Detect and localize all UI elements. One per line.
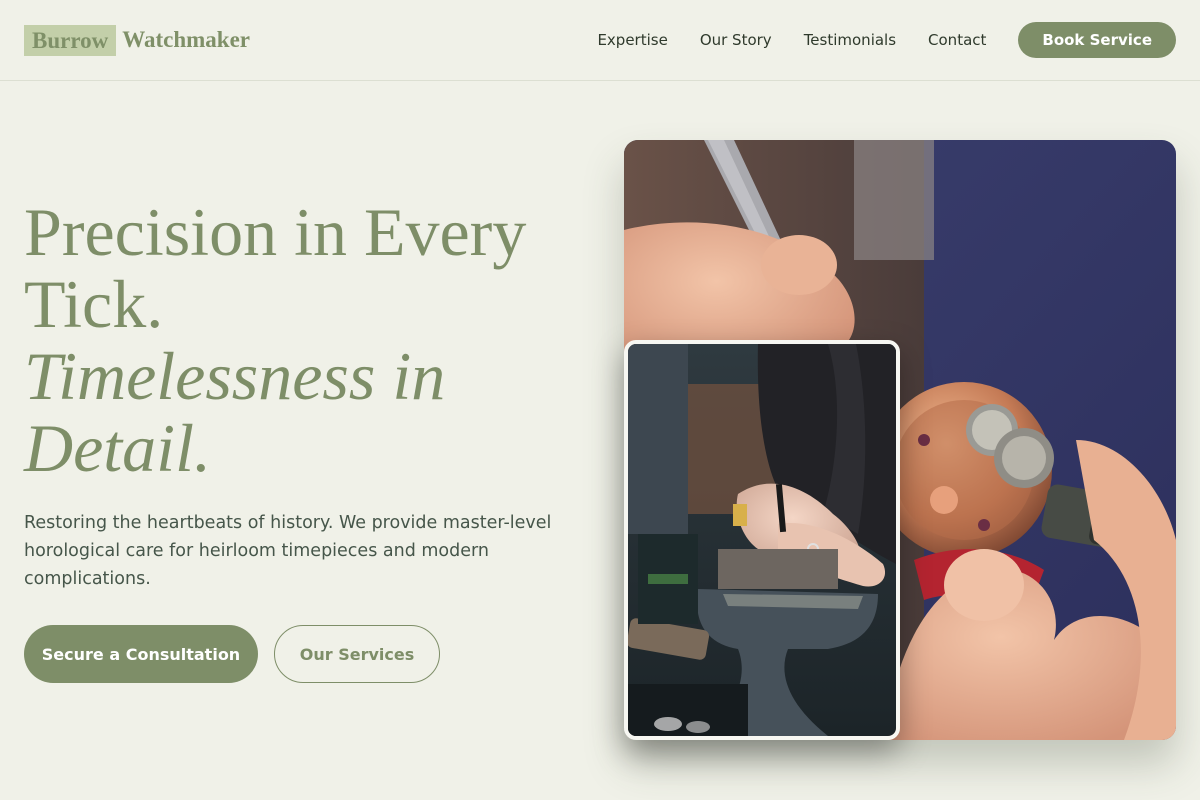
brand-logo[interactable]: Burrow Watchmaker	[24, 24, 251, 56]
main-nav: Expertise Our Story Testimonials Contact…	[597, 22, 1176, 58]
hero-subtitle: Restoring the heartbeats of history. We …	[24, 513, 552, 589]
hero-title-line-4: Detail.	[24, 410, 211, 486]
nav-link-contact[interactable]: Contact	[928, 31, 986, 49]
hero-title-line-1: Precision in Every	[24, 194, 527, 270]
logo-text: Watchmaker	[122, 27, 251, 52]
logo-highlight: Burrow	[24, 24, 117, 56]
nav-link-our-story[interactable]: Our Story	[700, 31, 772, 49]
hero-title-line-2: Tick.	[24, 266, 164, 342]
hero-title-line-3: Timelessness in	[24, 338, 446, 414]
secure-consultation-button[interactable]: Secure a Consultation	[24, 625, 258, 683]
site-header: Burrow Watchmaker Expertise Our Story Te…	[0, 0, 1200, 81]
nav-link-expertise[interactable]: Expertise	[597, 31, 667, 49]
our-services-button[interactable]: Our Services	[274, 625, 440, 683]
watchmaker-workbench-photo	[624, 340, 900, 740]
nav-link-testimonials[interactable]: Testimonials	[804, 31, 896, 49]
hero-title: Precision in Every Tick. Timelessness in…	[24, 196, 584, 484]
book-service-button[interactable]: Book Service	[1018, 22, 1176, 58]
